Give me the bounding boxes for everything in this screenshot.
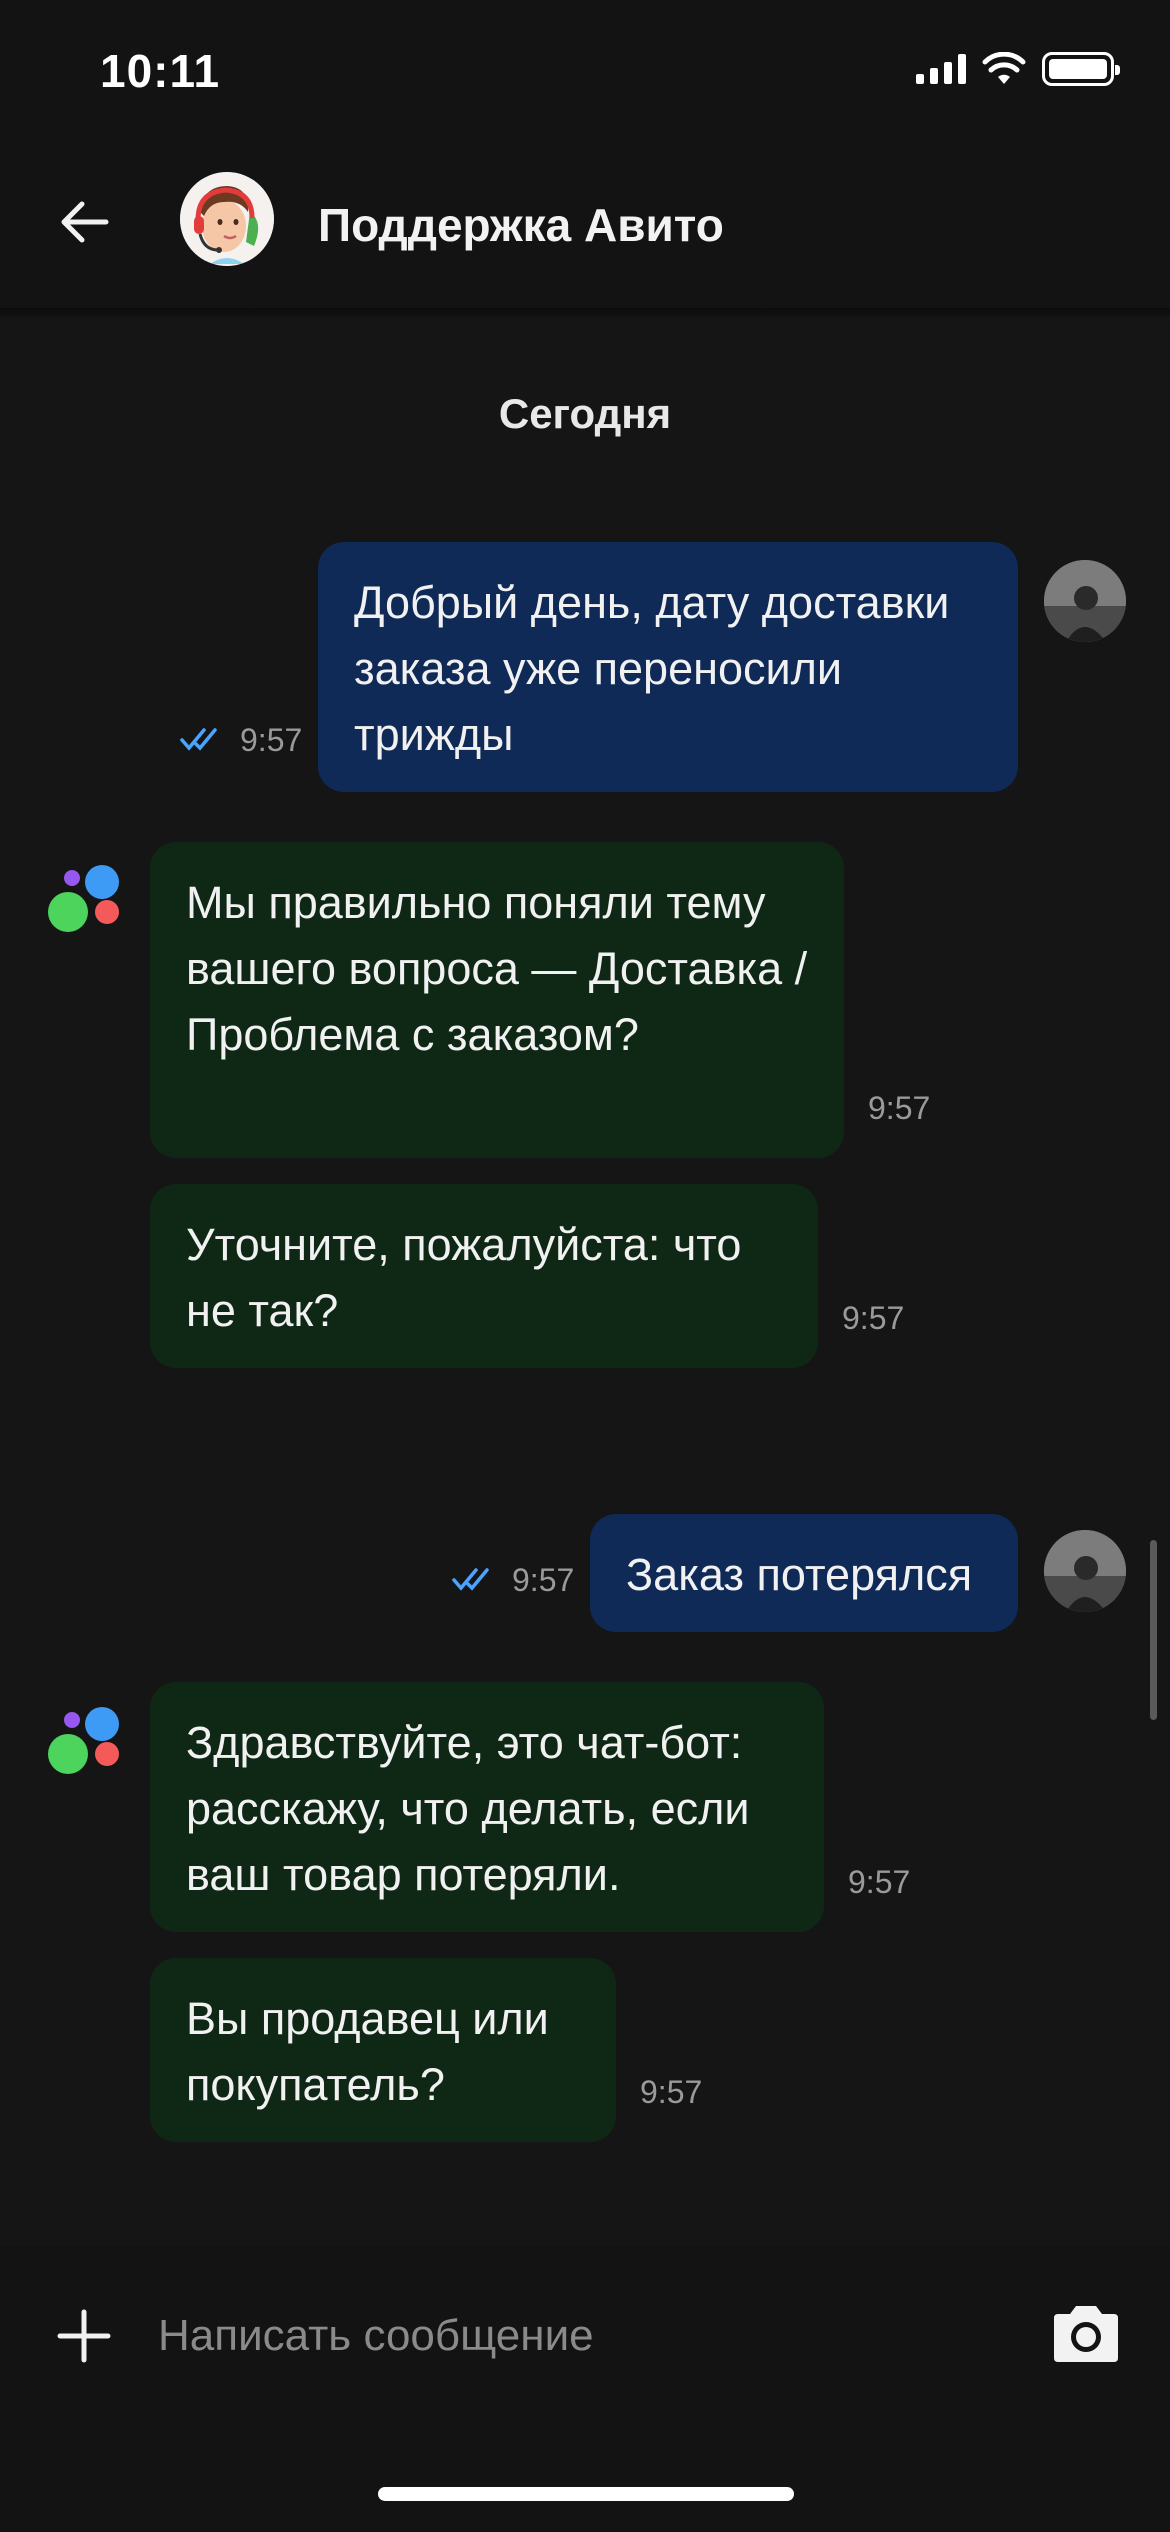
incoming-message[interactable]: Вы продавец или покупатель? — [150, 1958, 616, 2142]
message-time: 9:57 — [842, 1300, 905, 1336]
incoming-message[interactable]: Уточните, пожалуйста: что не так? — [150, 1184, 818, 1368]
camera-icon[interactable] — [1048, 2302, 1124, 2366]
message-text: Уточните, пожалуйста: что не так? — [186, 1219, 742, 1336]
bot-avatar[interactable] — [46, 862, 122, 938]
incoming-message[interactable]: Мы правильно поняли тему вашего вопроса … — [150, 842, 844, 1158]
avito-logo-icon — [48, 865, 119, 932]
wifi-icon — [982, 52, 1026, 84]
outgoing-message[interactable]: Добрый день, дату доставки заказа уже пе… — [318, 542, 1018, 792]
plus-icon[interactable] — [56, 2308, 112, 2364]
user-photo — [1044, 560, 1126, 642]
message-text: Добрый день, дату доставки заказа уже пе… — [354, 577, 950, 760]
message-time: 9:57 — [640, 2074, 703, 2110]
message-time: 9:57 — [512, 1562, 575, 1598]
message-time: 9:57 — [240, 722, 303, 758]
outgoing-message[interactable]: Заказ потерялся — [590, 1514, 1018, 1632]
message-text: Здравствуйте, это чат-бот: расскажу, что… — [186, 1717, 750, 1900]
incoming-message[interactable]: Здравствуйте, это чат-бот: расскажу, что… — [150, 1682, 824, 1932]
support-agent-avatar[interactable] — [180, 172, 274, 266]
status-time: 10:11 — [100, 45, 221, 97]
message-list[interactable]: Сегодня Добрый день, дату доставки заказ… — [0, 318, 1170, 2246]
battery-icon — [1042, 52, 1120, 86]
header-divider — [0, 308, 1170, 318]
home-indicator[interactable] — [378, 2487, 794, 2501]
user-avatar[interactable] — [1044, 1530, 1126, 1612]
chat-title: Поддержка Авито — [318, 199, 724, 251]
avito-logo-icon — [48, 1707, 119, 1774]
support-agent-illustration — [180, 172, 274, 266]
bot-avatar[interactable] — [46, 1704, 122, 1780]
message-input[interactable] — [158, 2298, 958, 2374]
message-time: 9:57 — [868, 1090, 931, 1126]
back-arrow-icon[interactable] — [56, 194, 112, 250]
read-receipt-icon — [452, 1568, 489, 1591]
message-time: 9:57 — [848, 1864, 911, 1900]
message-text: Вы продавец или покупатель? — [186, 1993, 549, 2110]
cellular-signal-icon — [916, 54, 966, 84]
status-bar: 10:11 — [0, 0, 1170, 150]
user-avatar[interactable] — [1044, 560, 1126, 642]
chat-header: Поддержка Авито — [0, 150, 1170, 308]
status-icons — [916, 52, 1120, 86]
read-receipt-icon — [180, 728, 217, 751]
chat-scrollbar[interactable] — [1150, 1540, 1157, 1720]
date-separator: Сегодня — [498, 390, 672, 437]
message-text: Мы правильно поняли тему вашего вопроса … — [186, 877, 808, 1060]
user-photo — [1044, 1530, 1126, 1612]
message-text: Заказ потерялся — [626, 1549, 973, 1600]
